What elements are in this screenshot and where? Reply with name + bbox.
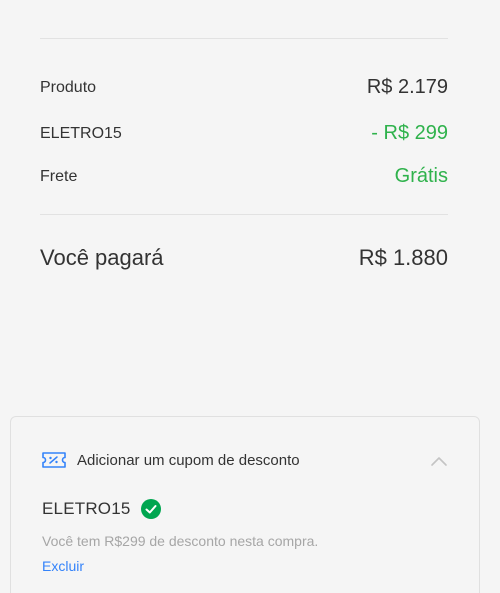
coupon-card: Adicionar um cupom de desconto ELETRO15 … [10, 416, 480, 593]
coupon-discount-row: ELETRO15 - R$ 299 [40, 122, 448, 145]
checkout-summary-page: Produto R$ 2.179 ELETRO15 - R$ 299 Frete… [0, 0, 500, 593]
applied-coupon: ELETRO15 [42, 499, 161, 519]
shipping-label: Frete [40, 167, 78, 185]
applied-coupon-code: ELETRO15 [42, 499, 131, 518]
product-label: Produto [40, 78, 97, 96]
top-divider [40, 38, 448, 39]
coupon-ticket-icon [41, 451, 67, 469]
coupon-panel-title: Adicionar um cupom de desconto [77, 451, 300, 469]
coupon-discount-message: Você tem R$299 de desconto nesta compra. [42, 533, 319, 549]
coupon-header[interactable]: Adicionar um cupom de desconto [41, 451, 449, 469]
total-price: R$ 1.880 [358, 245, 448, 270]
coupon-discount-value: - R$ 299 [371, 122, 448, 144]
chevron-up-icon[interactable] [429, 453, 449, 469]
shipping-value: Grátis [394, 165, 448, 187]
check-circle-icon [140, 499, 161, 519]
remove-coupon-link[interactable]: Excluir [42, 558, 84, 574]
coupon-discount-label: ELETRO15 [40, 124, 122, 142]
summary-divider [40, 214, 448, 215]
total-label: Você pagará [40, 245, 164, 270]
total-row: Você pagará R$ 1.880 [40, 245, 448, 271]
shipping-row: Frete Grátis [40, 165, 448, 188]
product-row: Produto R$ 2.179 [40, 76, 448, 99]
product-price: R$ 2.179 [366, 76, 448, 98]
